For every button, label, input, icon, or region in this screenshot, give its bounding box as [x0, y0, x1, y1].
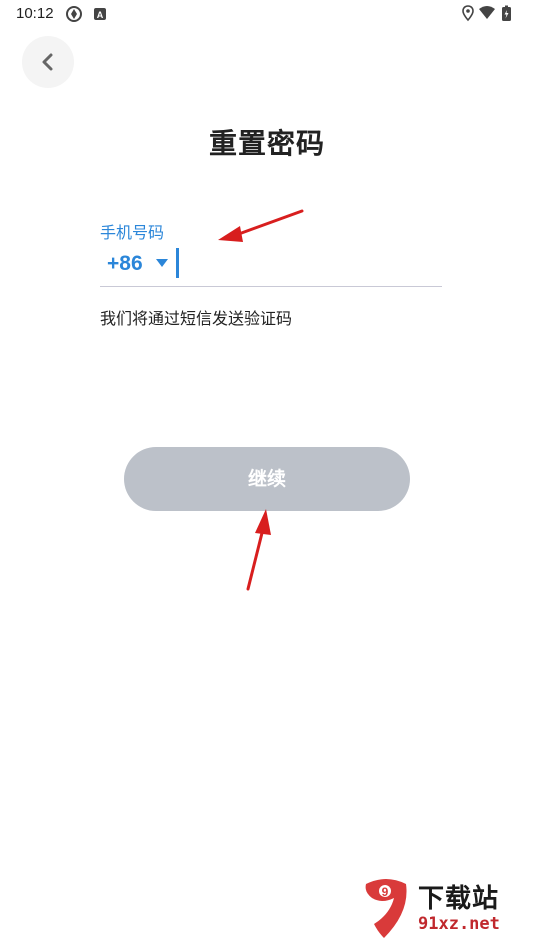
status-right-icons — [462, 5, 518, 27]
wifi-icon — [479, 6, 495, 19]
watermark: 9 下载站 91xz.net — [356, 876, 526, 944]
sync-icon — [66, 6, 82, 22]
country-code-selector[interactable]: +86 — [107, 252, 143, 276]
watermark-title: 下载站 — [418, 884, 500, 914]
a-icon: A — [94, 8, 106, 20]
annotation-arrow-label — [218, 209, 304, 242]
watermark-domain: 91xz.net — [418, 914, 500, 934]
svg-text:A: A — [97, 10, 104, 20]
location-icon — [462, 5, 474, 22]
text-cursor — [176, 248, 179, 278]
page-title: 重置密码 — [208, 127, 325, 160]
continue-button[interactable]: 继续 — [124, 447, 410, 511]
phone-input[interactable] — [182, 248, 436, 282]
watermark-logo-icon: 9 — [365, 879, 407, 938]
annotation-arrow-button — [246, 509, 271, 591]
status-time: 10:12 — [16, 5, 54, 22]
phone-field: +86 — [100, 244, 442, 287]
sms-hint-text: 我们将通过短信发送验证码 — [100, 309, 293, 328]
status-left-icons: A — [66, 6, 126, 26]
back-button[interactable] — [22, 36, 74, 88]
phone-field-label: 手机号码 — [100, 223, 165, 242]
triangle-down-icon[interactable] — [156, 259, 168, 268]
battery-icon — [502, 5, 511, 21]
status-bar: 10:12 A — [0, 0, 534, 28]
chevron-left-icon — [42, 53, 53, 71]
svg-text:9: 9 — [382, 885, 389, 899]
